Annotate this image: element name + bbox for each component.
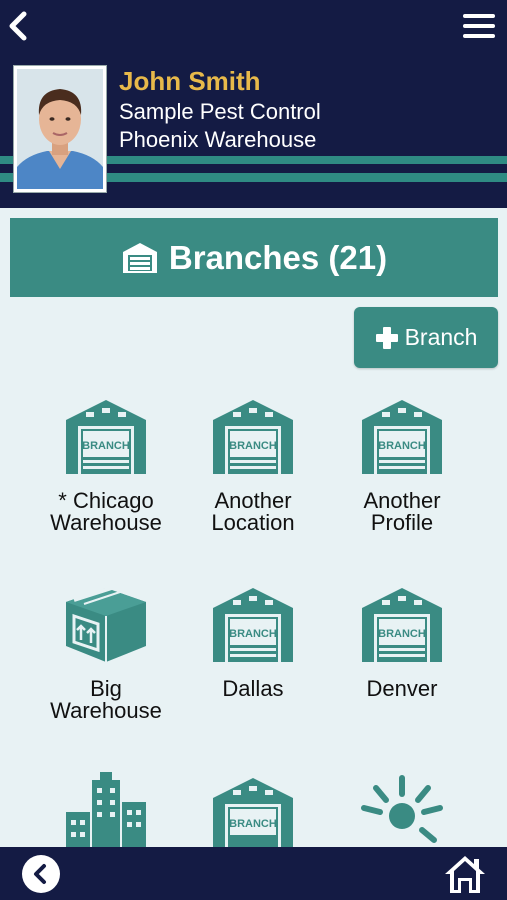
branch-tile[interactable]: BRANCH Denver	[327, 586, 477, 700]
user-portrait	[17, 69, 103, 189]
box-icon	[66, 586, 146, 662]
add-branch-button[interactable]: Branch	[354, 307, 498, 368]
footer-bar	[0, 847, 507, 900]
chevron-left-icon	[9, 11, 27, 41]
branch-icon-text: BRANCH	[378, 440, 426, 452]
branch-label: Another Profile	[363, 488, 441, 535]
city-buildings-icon	[66, 772, 146, 850]
hamburger-menu-icon[interactable]	[461, 10, 497, 42]
garage-branch-icon: BRANCH	[213, 778, 293, 852]
circle-back-icon	[34, 864, 46, 884]
location-name: Phoenix Warehouse	[119, 127, 317, 152]
warehouse-icon	[122, 242, 157, 273]
branch-icon-text: BRANCH	[229, 628, 277, 640]
branch-label: Dallas	[222, 676, 284, 701]
garage-branch-icon: BRANCH	[362, 400, 442, 474]
add-branch-label: Branch	[404, 324, 478, 350]
branch-icon-text: BRANCH	[378, 628, 426, 640]
branch-tile[interactable]: Big Warehouse	[31, 586, 181, 722]
branch-label: * Chicago Warehouse	[50, 488, 162, 535]
footer-back-button[interactable]	[22, 855, 60, 893]
garage-branch-icon: BRANCH	[66, 400, 146, 474]
branch-label: Big Warehouse	[50, 676, 162, 723]
user-name: John Smith	[119, 66, 261, 96]
garage-branch-icon: BRANCH	[362, 588, 442, 662]
branch-tile[interactable]: BRANCH * Chicago Warehouse	[31, 398, 181, 534]
branch-icon-text: BRANCH	[229, 440, 277, 452]
plus-icon	[375, 326, 398, 349]
header-bar: John Smith Sample Pest Control Phoenix W…	[0, 0, 507, 208]
page-title: Branches (21)	[168, 238, 388, 276]
branch-tile[interactable]: BRANCH Another Location	[178, 398, 328, 534]
sun-icon	[361, 775, 443, 843]
branch-label: Denver	[366, 676, 438, 701]
branches-title-bar: Branches (21)	[10, 218, 498, 297]
branch-tile[interactable]: BRANCH Another Profile	[327, 398, 477, 534]
branch-icon-text: BRANCH	[82, 440, 130, 452]
garage-branch-icon: BRANCH	[213, 588, 293, 662]
branch-tile[interactable]: BRANCH Dallas	[178, 586, 328, 700]
company-name: Sample Pest Control	[119, 99, 321, 124]
garage-branch-icon: BRANCH	[213, 400, 293, 474]
branch-icon-text: BRANCH	[229, 818, 277, 830]
branch-label: Another Location	[211, 488, 295, 535]
back-button[interactable]	[4, 8, 32, 44]
home-icon[interactable]	[443, 853, 487, 895]
avatar[interactable]	[14, 66, 106, 192]
